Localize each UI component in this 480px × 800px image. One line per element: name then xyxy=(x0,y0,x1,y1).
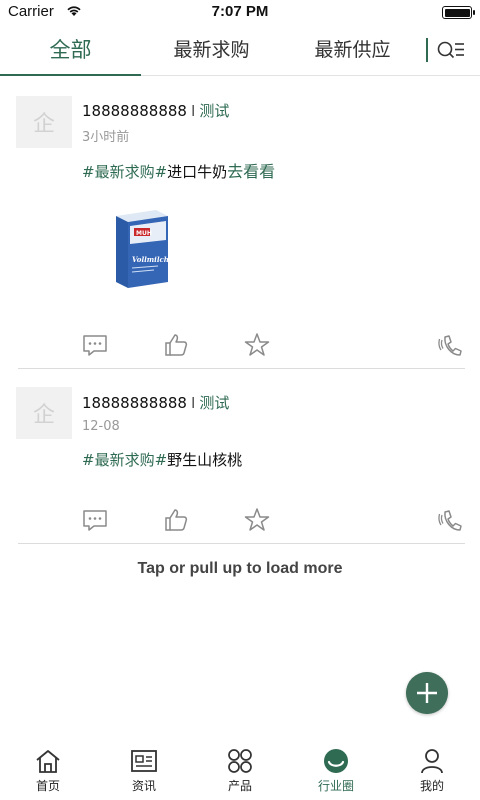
products-icon xyxy=(228,749,252,773)
nav-profile-label: 我的 xyxy=(419,779,444,793)
status-time: 7:07 PM xyxy=(211,3,269,20)
post-author: 18888888888 I 测试 xyxy=(82,392,229,413)
status-bar: Carrier 7:07 PM xyxy=(0,0,480,26)
avatar-placeholder: 企 xyxy=(32,112,55,137)
nav-industry-circle-label: 行业圈 xyxy=(317,779,354,793)
category-tabs: 全部 最新求购 最新供应 xyxy=(0,26,480,76)
avatar-placeholder: 企 xyxy=(32,403,55,428)
post-content: #最新求购#野生山核桃 xyxy=(82,449,242,470)
post-text: 野生山核桃 xyxy=(167,451,243,469)
comment-icon[interactable] xyxy=(82,332,108,358)
bottom-tab-bar: 首页 资讯 产品 行业圈 我的 xyxy=(0,740,480,800)
post-text: 进口牛奶 xyxy=(167,163,228,181)
nav-home[interactable]: 首页 xyxy=(0,748,96,800)
author-phone: 18888888888 xyxy=(82,102,187,120)
profile-icon xyxy=(421,749,443,774)
active-tab-indicator xyxy=(0,74,141,76)
tab-latest-purchase[interactable]: 最新求购 xyxy=(141,26,282,76)
post-author: 18888888888 I 测试 xyxy=(82,100,229,121)
view-more-link[interactable]: 去看看 xyxy=(227,162,275,181)
author-tag: 测试 xyxy=(199,394,230,412)
tab-all[interactable]: 全部 xyxy=(0,26,141,76)
phone-call-icon[interactable] xyxy=(438,332,464,358)
nav-products-label: 产品 xyxy=(227,779,252,793)
avatar[interactable]: 企 xyxy=(16,387,72,439)
nav-industry-circle[interactable]: 行业圈 xyxy=(288,748,384,800)
tab-divider xyxy=(426,38,428,62)
phone-call-icon[interactable] xyxy=(438,507,464,533)
post-hashtag[interactable]: #最新求购# xyxy=(82,163,167,181)
favorite-star-icon[interactable] xyxy=(244,507,270,533)
nav-home-label: 首页 xyxy=(35,779,60,793)
comment-icon[interactable] xyxy=(82,507,108,533)
like-icon[interactable] xyxy=(163,332,189,358)
tab-latest-supply[interactable]: 最新供应 xyxy=(282,26,423,76)
post-hashtag[interactable]: #最新求购# xyxy=(82,451,167,469)
author-phone: 18888888888 xyxy=(82,394,187,412)
avatar[interactable]: 企 xyxy=(16,96,72,148)
post-time: 12-08 xyxy=(82,419,120,434)
like-icon[interactable] xyxy=(163,507,189,533)
author-separator: I xyxy=(190,102,196,120)
post-content: #最新求购#进口牛奶去看看 xyxy=(82,158,275,182)
news-icon xyxy=(131,750,157,772)
milk-product-logo: Vollmilch xyxy=(132,255,169,264)
milk-brand-logo: MUH xyxy=(136,230,152,237)
post-divider xyxy=(18,543,465,544)
favorite-star-icon[interactable] xyxy=(244,332,270,358)
product-image-milk-carton[interactable]: MUH Vollmilch xyxy=(110,206,172,290)
nav-news[interactable]: 资讯 xyxy=(96,748,192,800)
load-more-button[interactable]: Tap or pull up to load more xyxy=(0,560,480,578)
author-tag: 测试 xyxy=(199,102,230,120)
battery-icon xyxy=(442,6,475,19)
nav-news-label: 资讯 xyxy=(131,779,156,793)
add-post-button[interactable] xyxy=(406,672,448,714)
nav-products[interactable]: 产品 xyxy=(192,748,288,800)
industry-circle-icon xyxy=(324,749,348,773)
search-filter-icon[interactable] xyxy=(436,38,466,64)
post-time: 3小时前 xyxy=(82,130,130,145)
home-icon xyxy=(36,750,60,773)
post-divider xyxy=(18,368,465,369)
author-separator: I xyxy=(190,394,196,412)
nav-profile[interactable]: 我的 xyxy=(384,748,480,800)
